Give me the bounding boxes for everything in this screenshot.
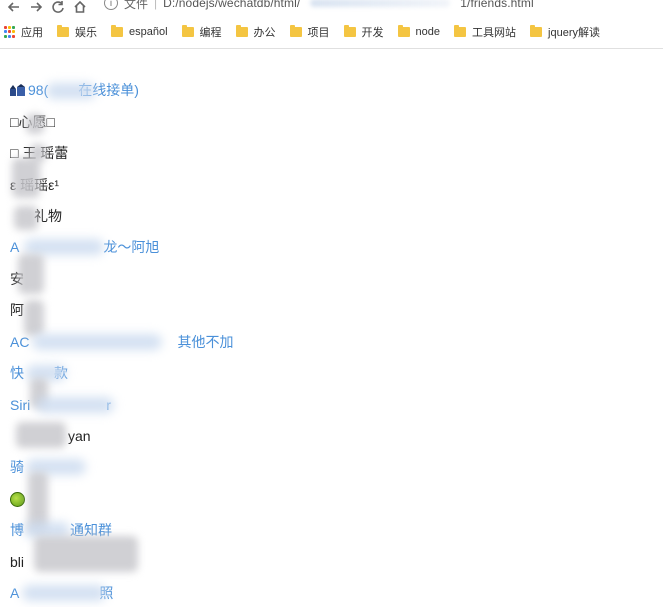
friend-item: 阿 (10, 300, 24, 320)
redaction-blur (14, 206, 38, 230)
address-prefix: 文件 (124, 0, 149, 11)
bookmark-folder[interactable]: 工具网站 (454, 24, 516, 40)
redaction-blur (16, 422, 66, 448)
redaction-blur (46, 83, 96, 99)
address-row: i 文件 | D:/nodejs/wechatdb/html/ 1/friend… (0, 0, 663, 14)
bookmark-folder[interactable]: 娱乐 (57, 24, 97, 40)
folder-icon (235, 25, 248, 37)
bookmark-folder[interactable]: node (397, 25, 441, 38)
url-tail: 1/friends.html (460, 0, 534, 10)
info-icon[interactable]: i (104, 0, 118, 10)
bookmark-apps[interactable]: 应用 (21, 24, 43, 40)
folder-icon (57, 25, 69, 37)
redaction-blur (18, 254, 44, 294)
redaction-blur (24, 300, 44, 336)
friend-item (10, 489, 25, 509)
green-apple-icon (10, 491, 25, 507)
home-icon[interactable] (72, 0, 88, 14)
url-text: D:/nodejs/wechatdb/html/ (163, 0, 301, 10)
back-arrow-icon[interactable] (6, 0, 22, 14)
friend-name: A (10, 585, 20, 601)
friend-name: A (10, 239, 20, 255)
friend-name: 阿 (10, 302, 24, 318)
houses-icon (10, 84, 25, 97)
friend-name-suffix: 其他不加 (177, 334, 234, 350)
bookmark-label: 项目 (307, 27, 330, 39)
friend-name-suffix: 龙～阿旭 (103, 239, 160, 255)
bookmark-label: 开发 (361, 27, 384, 39)
folder-icon (289, 25, 302, 37)
bookmark-folder[interactable]: 编程 (181, 24, 222, 40)
friend-name: 快 (10, 365, 24, 381)
apps-grid-icon[interactable] (4, 26, 16, 38)
bookmarks-bar: 应用 娱乐 español 编程 办公 项目 开发 node 工具网站 jque… (0, 20, 663, 44)
folder-icon (397, 25, 410, 37)
bookmark-folder[interactable]: 开发 (343, 24, 384, 40)
bookmark-folder[interactable]: español (111, 25, 168, 38)
folder-icon (343, 25, 356, 37)
redaction-blur (34, 536, 138, 572)
folder-icon (181, 25, 194, 37)
redaction-blur (36, 397, 114, 413)
friend-name: yan (68, 428, 91, 444)
bookmark-label: jquery解读 (548, 27, 600, 39)
reload-icon[interactable] (50, 0, 66, 14)
friend-name: bli (10, 554, 25, 570)
browser-chrome: i 文件 | D:/nodejs/wechatdb/html/ 1/friend… (0, 0, 663, 49)
redaction-blur (26, 114, 44, 134)
bookmark-folder[interactable]: 项目 (289, 24, 330, 40)
redaction-blur (12, 158, 40, 198)
bookmark-label: 应用 (21, 27, 43, 39)
address-bar[interactable]: i 文件 | D:/nodejs/wechatdb/html/ 1/friend… (104, 0, 534, 12)
bookmark-label: 编程 (199, 27, 222, 39)
folder-icon (530, 25, 543, 37)
friend-item: bli (10, 552, 24, 572)
redaction-blur (24, 239, 104, 255)
friend-name: 骑 (10, 459, 24, 475)
friend-name: AC (10, 334, 30, 350)
bookmark-label: español (129, 26, 168, 38)
bookmark-label: node (415, 26, 441, 38)
forward-arrow-icon[interactable] (28, 0, 44, 14)
redacted-url-segment (310, 0, 451, 7)
address-separator: | (154, 0, 158, 10)
folder-icon (111, 25, 123, 37)
bookmark-label: 工具网站 (472, 27, 517, 39)
bookmark-label: 办公 (253, 27, 276, 39)
friend-name: Siri (10, 397, 31, 413)
bookmark-folder[interactable]: 办公 (235, 24, 276, 40)
bookmark-folder[interactable]: jquery解读 (530, 24, 600, 40)
bookmark-label: 娱乐 (75, 27, 97, 39)
friend-name: 礼物 (34, 208, 62, 224)
redaction-blur (32, 334, 162, 350)
friend-name: 博 (10, 522, 24, 538)
redaction-blur (22, 585, 106, 601)
friend-item[interactable]: 骑 (10, 457, 24, 477)
folder-icon (454, 25, 467, 37)
friends-list: 98(在线接单) □心愿□ □ 王 瑶蕾 ε 瑶瑶ε¹ 礼物 A龙～阿旭 安 阿… (0, 48, 663, 607)
